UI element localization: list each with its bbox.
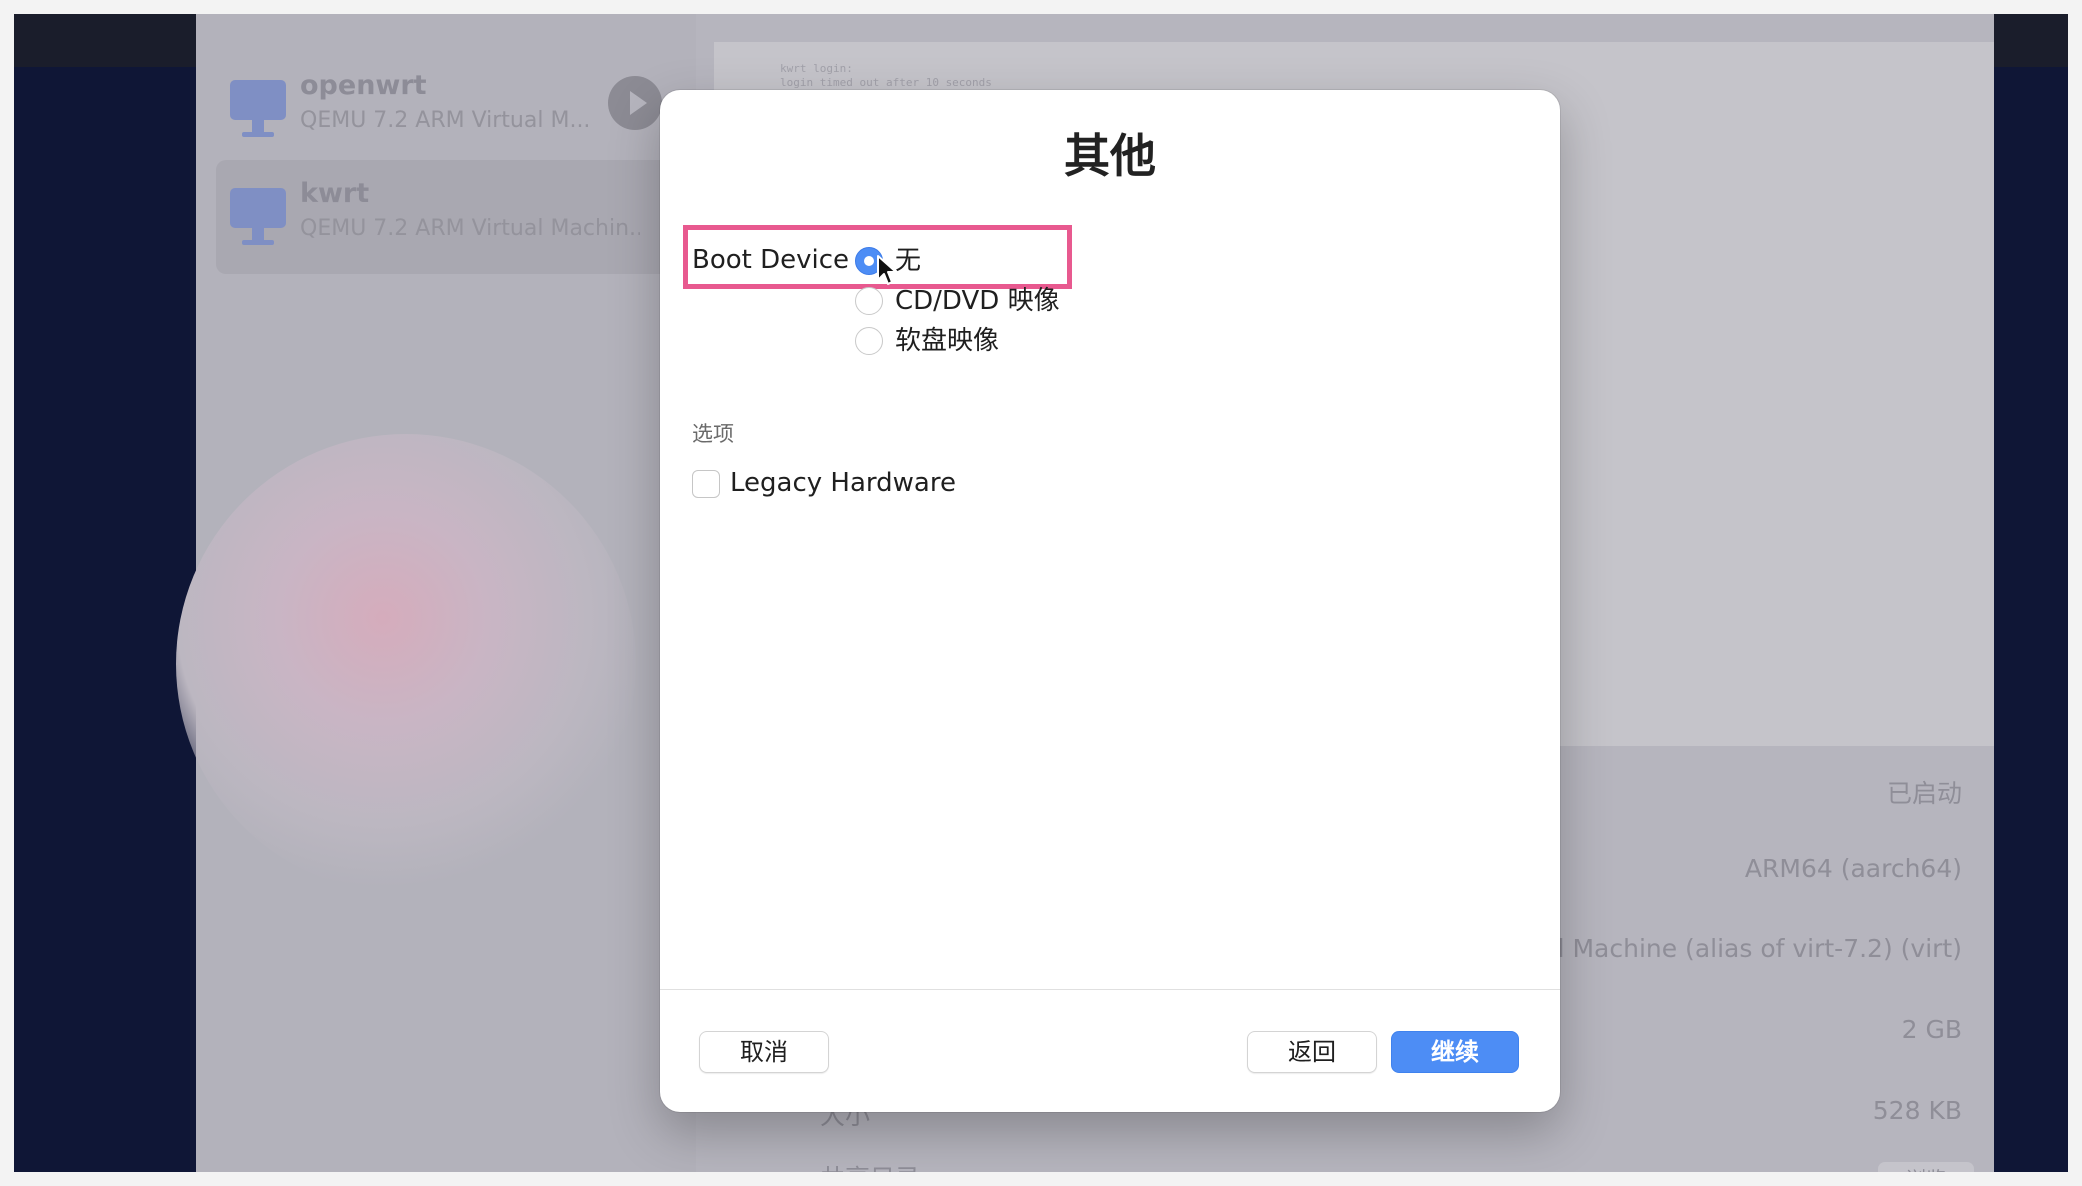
monitor-icon: [230, 80, 286, 137]
vm-subtitle: QEMU 7.2 ARM Virtual M...: [300, 108, 591, 133]
detail-architecture: ARM64 (aarch64): [1744, 854, 1962, 883]
back-button[interactable]: 返回: [1247, 1031, 1377, 1073]
legacy-hardware-checkbox[interactable]: [692, 470, 720, 498]
play-button[interactable]: [608, 76, 662, 130]
logo-watermark: [176, 434, 636, 894]
vm-name: kwrt: [300, 178, 370, 209]
legacy-hardware-label: Legacy Hardware: [730, 468, 956, 498]
console-line: kwrt login:: [780, 62, 853, 75]
detail-machine: ual Machine (alias of virt-7.2) (virt): [1526, 934, 1962, 963]
continue-button[interactable]: 继续: [1391, 1031, 1519, 1073]
cancel-button[interactable]: 取消: [699, 1031, 829, 1073]
console-line: login timed out after 10 seconds: [780, 76, 992, 89]
vm-list-item[interactable]: openwrt QEMU 7.2 ARM Virtual M...: [216, 52, 676, 166]
dialog-title: 其他: [1064, 129, 1156, 183]
detail-status: 已启动: [1886, 779, 1962, 808]
radio-label: 无: [895, 246, 922, 276]
vm-sidebar: openwrt QEMU 7.2 ARM Virtual M... kwrt Q…: [176, 14, 696, 1172]
detail-memory: 2 GB: [1901, 1015, 1962, 1044]
other-settings-dialog: 其他 Boot Device 无 CD/DVD 映像 软盘映像 选项 Legac…: [660, 90, 1560, 1112]
vm-subtitle: QEMU 7.2 ARM Virtual Machin...: [300, 216, 640, 241]
boot-device-label: Boot Device: [692, 245, 850, 275]
detail-shared-dir-label: 共享目录: [820, 1159, 920, 1172]
desktop: openwrt QEMU 7.2 ARM Virtual M... kwrt Q…: [14, 14, 2068, 1172]
radio-label: 软盘映像: [895, 326, 1000, 356]
options-section-label: 选项: [692, 422, 734, 446]
monitor-icon: [230, 188, 286, 245]
radio-button[interactable]: [855, 327, 883, 355]
vm-name: openwrt: [300, 70, 427, 101]
radio-button[interactable]: [855, 287, 883, 315]
radio-label: CD/DVD 映像: [895, 286, 1060, 316]
vm-list-item-selected[interactable]: kwrt QEMU 7.2 ARM Virtual Machin...: [216, 160, 676, 274]
mouse-pointer-icon: [877, 255, 897, 285]
browse-button[interactable]: 浏览: [1878, 1162, 1974, 1172]
footer-divider: [660, 989, 1560, 990]
detail-size: 528 KB: [1872, 1096, 1962, 1125]
